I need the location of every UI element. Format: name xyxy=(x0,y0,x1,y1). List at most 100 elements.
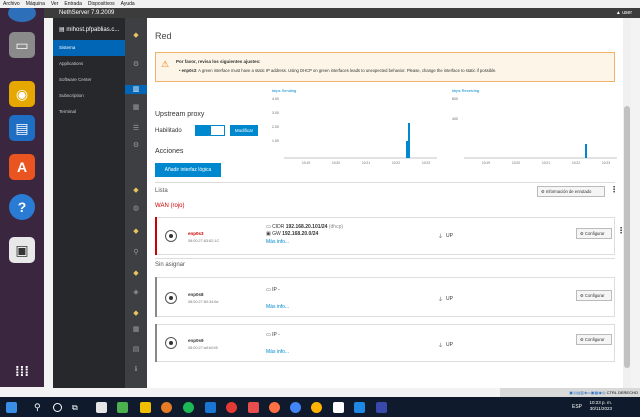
interface-mac: 08:00:27:a9:b0:f8 xyxy=(188,346,218,350)
host-name: mihost.pfpablias.c... xyxy=(66,27,120,33)
dashboard-icon[interactable]: ◆ xyxy=(131,31,141,40)
routing-info-label: Información de enrutado xyxy=(545,189,592,194)
services-icon[interactable]: ☰ xyxy=(131,124,141,133)
files-icon[interactable]: ▭ xyxy=(9,32,35,58)
help-icon[interactable]: ? xyxy=(9,194,35,220)
spotify-icon[interactable] xyxy=(183,402,194,413)
receiving-ytick-1: 400 xyxy=(452,117,458,121)
upstream-proxy-title: Upstream proxy xyxy=(155,111,205,118)
user-menu[interactable]: ▲ user xyxy=(616,8,632,18)
info-icon[interactable]: ℹ xyxy=(131,365,141,374)
page-title: Red xyxy=(155,31,172,41)
search-icon[interactable]: ⚲ xyxy=(131,248,141,257)
sending-ytick-3: 1.00 xyxy=(272,139,279,143)
mas-info-link[interactable]: Más info... xyxy=(266,239,289,245)
show-apps-icon[interactable]: ⁞⁞⁞ xyxy=(9,358,35,384)
scrollbar-thumb[interactable] xyxy=(624,106,630,368)
sending-ytick-2: 2.00 xyxy=(272,125,279,129)
settings-icon[interactable]: ⚙ xyxy=(131,141,141,150)
folder-icon[interactable] xyxy=(140,402,151,413)
receiving-chart: 800 400 10:19 10:20 10:21 10:22 10:23 xyxy=(452,97,617,165)
plug-icon: ⏚ xyxy=(438,234,444,240)
receiving-spike xyxy=(585,144,587,158)
warning-icon: ⚠ xyxy=(161,59,170,69)
menu-dispositivos[interactable]: Dispositivos xyxy=(88,0,115,8)
receiving-xtick-0: 10:19 xyxy=(482,161,490,165)
mas-info-link[interactable]: Más info... xyxy=(266,349,289,355)
security-icon[interactable]: ◍ xyxy=(131,204,141,213)
menu-ver[interactable]: Ver xyxy=(51,0,59,8)
nav-item-terminal[interactable]: Terminal xyxy=(53,104,125,120)
apps-icon[interactable]: ◆ xyxy=(131,309,141,318)
app-icon[interactable] xyxy=(333,402,344,413)
app-icon[interactable] xyxy=(205,402,216,413)
app-center-icon[interactable]: A xyxy=(9,154,35,180)
host-selector[interactable]: ▤ mihost.pfpablias.c... xyxy=(53,18,125,40)
modificar-button[interactable]: Modificar xyxy=(230,125,258,136)
app-icon[interactable] xyxy=(117,402,128,413)
interface-name: enp0s8 xyxy=(188,292,204,297)
sending-ytick-1: 3.00 xyxy=(272,111,279,115)
add-logical-interface-button[interactable]: Añadir interfaz lógica xyxy=(155,163,221,177)
receiving-xtick-1: 10:20 xyxy=(512,161,520,165)
logs-icon[interactable]: ◆ xyxy=(131,186,141,195)
interface-mac: 08:00:27:80:34:6e xyxy=(188,300,219,304)
page-scrollbar[interactable] xyxy=(623,18,631,388)
section-icon-strip: ◆ ⚙ ▥ ▦ ☰ ⚙ ◆ ◍ ◆ ⚲ ◆ ◈ ◆ ▦ ▤ ℹ xyxy=(125,18,147,388)
sending-xtick-1: 10:20 xyxy=(332,161,340,165)
menu-entrada[interactable]: Entrada xyxy=(64,0,82,8)
divider xyxy=(155,258,615,259)
nav-item-sistema[interactable]: Sistema xyxy=(53,40,125,56)
firefox-icon[interactable] xyxy=(161,402,172,413)
configurar-button[interactable]: ⚙ Configurar xyxy=(576,290,612,301)
interface-mac: 08:00:27:83:82:1C xyxy=(188,239,220,243)
app-icon[interactable] xyxy=(311,402,322,413)
receiving-graph-label: kbps Receiving xyxy=(452,88,480,93)
nav-item-software-center[interactable]: Software Center xyxy=(53,72,125,88)
habilitado-toggle[interactable] xyxy=(195,125,225,136)
menu-ayuda[interactable]: Ayuda xyxy=(121,0,135,8)
list-icon[interactable]: ▤ xyxy=(131,345,141,354)
windows-start-icon[interactable] xyxy=(6,402,17,413)
rhythmbox-icon[interactable]: ◉ xyxy=(9,81,35,107)
clock[interactable]: 10:23 p. m. 30/11/2023 xyxy=(589,400,612,412)
user-name: user xyxy=(622,10,632,16)
configurar-button[interactable]: ⚙ Configurar xyxy=(576,228,612,239)
clock-date: 30/11/2023 xyxy=(589,406,612,411)
interface-icon xyxy=(165,230,177,242)
software-icon[interactable]: ◆ xyxy=(131,269,141,278)
storage-icon[interactable]: ▦ xyxy=(131,103,141,112)
shield-icon[interactable]: ◈ xyxy=(131,288,141,297)
task-view-icon[interactable]: ⧉ xyxy=(72,402,83,413)
app-icon[interactable] xyxy=(248,402,259,413)
network-icon[interactable]: ▥ xyxy=(125,85,147,94)
writer-icon[interactable]: ▤ xyxy=(9,115,35,141)
interface-cidr: ▭ CIDR 192.168.20.101/24 (dhcp) xyxy=(266,224,344,230)
app-icon[interactable] xyxy=(354,402,365,413)
mas-info-link[interactable]: Más info... xyxy=(266,304,289,310)
menu-maquina[interactable]: Máquina xyxy=(26,0,45,8)
app-icon[interactable] xyxy=(96,402,107,413)
configurar-button[interactable]: ⚙ Configurar xyxy=(576,334,612,345)
routing-info-button[interactable]: ⚙ Información de enrutado xyxy=(537,186,605,197)
role-bar-grey xyxy=(155,277,157,317)
language-indicator[interactable]: ESP xyxy=(572,404,582,410)
interface-card-enp0s3: enp0s3 08:00:27:83:82:1C ▭ CIDR 192.168.… xyxy=(155,217,625,255)
nav-item-applications[interactable]: Applications xyxy=(53,56,125,72)
chrome-icon[interactable] xyxy=(290,402,301,413)
search-icon[interactable]: ⚲ xyxy=(34,402,45,413)
receiving-xtick-3: 10:22 xyxy=(572,161,580,165)
app-icon[interactable] xyxy=(269,402,280,413)
interface-status: UP xyxy=(446,233,453,239)
grid-icon[interactable]: ▦ xyxy=(131,325,141,334)
menu-archivo[interactable]: Archivo xyxy=(3,0,20,8)
drive-icon[interactable]: ▣ xyxy=(9,237,35,263)
list-kebab-icon[interactable]: ⋮ xyxy=(610,185,618,194)
interface-card-enp0s9: enp0s9 08:00:27:a9:b0:f8 ▭ IP - Más info… xyxy=(155,324,615,362)
opera-icon[interactable] xyxy=(226,402,237,413)
nav-item-subscription[interactable]: Subscription xyxy=(53,88,125,104)
cortana-icon[interactable] xyxy=(53,403,62,412)
backup-icon[interactable]: ◆ xyxy=(131,227,141,236)
users-icon[interactable]: ⚙ xyxy=(131,60,141,69)
virtualbox-icon[interactable] xyxy=(376,402,387,413)
